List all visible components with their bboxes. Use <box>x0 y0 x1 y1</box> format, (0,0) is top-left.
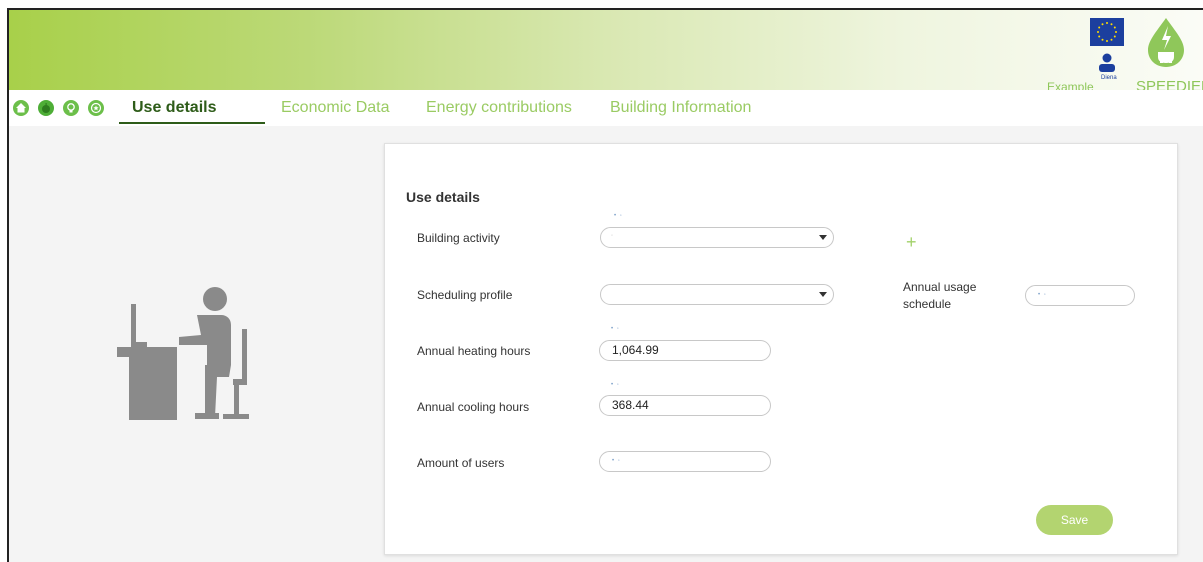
annual-usage-schedule-input[interactable]: • ◦ <box>1025 285 1135 306</box>
chevron-down-icon <box>819 292 827 297</box>
placeholder-dots: • ◦ <box>612 458 621 464</box>
nav-bar: Use details Economic Data Energy contrib… <box>9 90 1203 126</box>
placeholder-dots: • ◦ <box>1038 292 1047 298</box>
home-icon[interactable] <box>13 100 29 116</box>
annual-heating-hours-input[interactable]: 1,064.99 <box>599 340 771 361</box>
annual-usage-schedule-label: Annual usage schedule <box>903 280 977 311</box>
tab-use-details[interactable]: Use details <box>132 99 216 117</box>
chevron-down-icon <box>819 235 827 240</box>
placeholder-dot: ◦ <box>611 233 615 239</box>
use-details-card: Use details • ◦ Building activity ◦ + Sc… <box>384 143 1178 555</box>
tab-economic-data[interactable]: Economic Data <box>281 99 390 117</box>
annual-cooling-hours-label: Annual cooling hours <box>417 400 530 414</box>
tab-building-information[interactable]: Building Information <box>610 99 751 117</box>
star-icon[interactable] <box>88 100 104 116</box>
eu-flag-icon <box>1090 18 1124 46</box>
active-tab-underline <box>119 122 265 124</box>
save-button[interactable]: Save <box>1036 505 1113 535</box>
required-marker: • ◦ <box>611 326 620 332</box>
tab-energy-contributions[interactable]: Energy contributions <box>426 99 572 117</box>
building-activity-select[interactable]: ◦ <box>600 227 834 248</box>
add-activity-plus-icon[interactable]: + <box>906 232 917 253</box>
amount-of-users-input[interactable]: • ◦ <box>599 451 771 472</box>
annual-cooling-hours-input[interactable]: 368.44 <box>599 395 771 416</box>
card-title: Use details <box>406 189 480 205</box>
scheduling-profile-select[interactable] <box>600 284 834 305</box>
header-banner: Diena Example SPEEDIER <box>9 10 1203 95</box>
required-marker: • ◦ <box>614 213 623 219</box>
annual-heating-hours-label: Annual heating hours <box>417 344 531 358</box>
lightbulb-icon[interactable] <box>63 100 79 116</box>
apple-icon[interactable] <box>38 100 54 116</box>
user-name: Diena <box>1101 75 1117 81</box>
app-frame: Diena Example SPEEDIER Use details Econo <box>7 8 1203 562</box>
scheduling-profile-label: Scheduling profile <box>417 288 513 302</box>
user-icon[interactable] <box>1098 53 1116 73</box>
building-activity-label: Building activity <box>417 231 500 245</box>
amount-of-users-label: Amount of users <box>417 456 505 470</box>
required-marker: • ◦ <box>611 382 620 388</box>
person-at-desk-icon <box>117 287 262 422</box>
speedier-logo-icon <box>1146 16 1186 68</box>
